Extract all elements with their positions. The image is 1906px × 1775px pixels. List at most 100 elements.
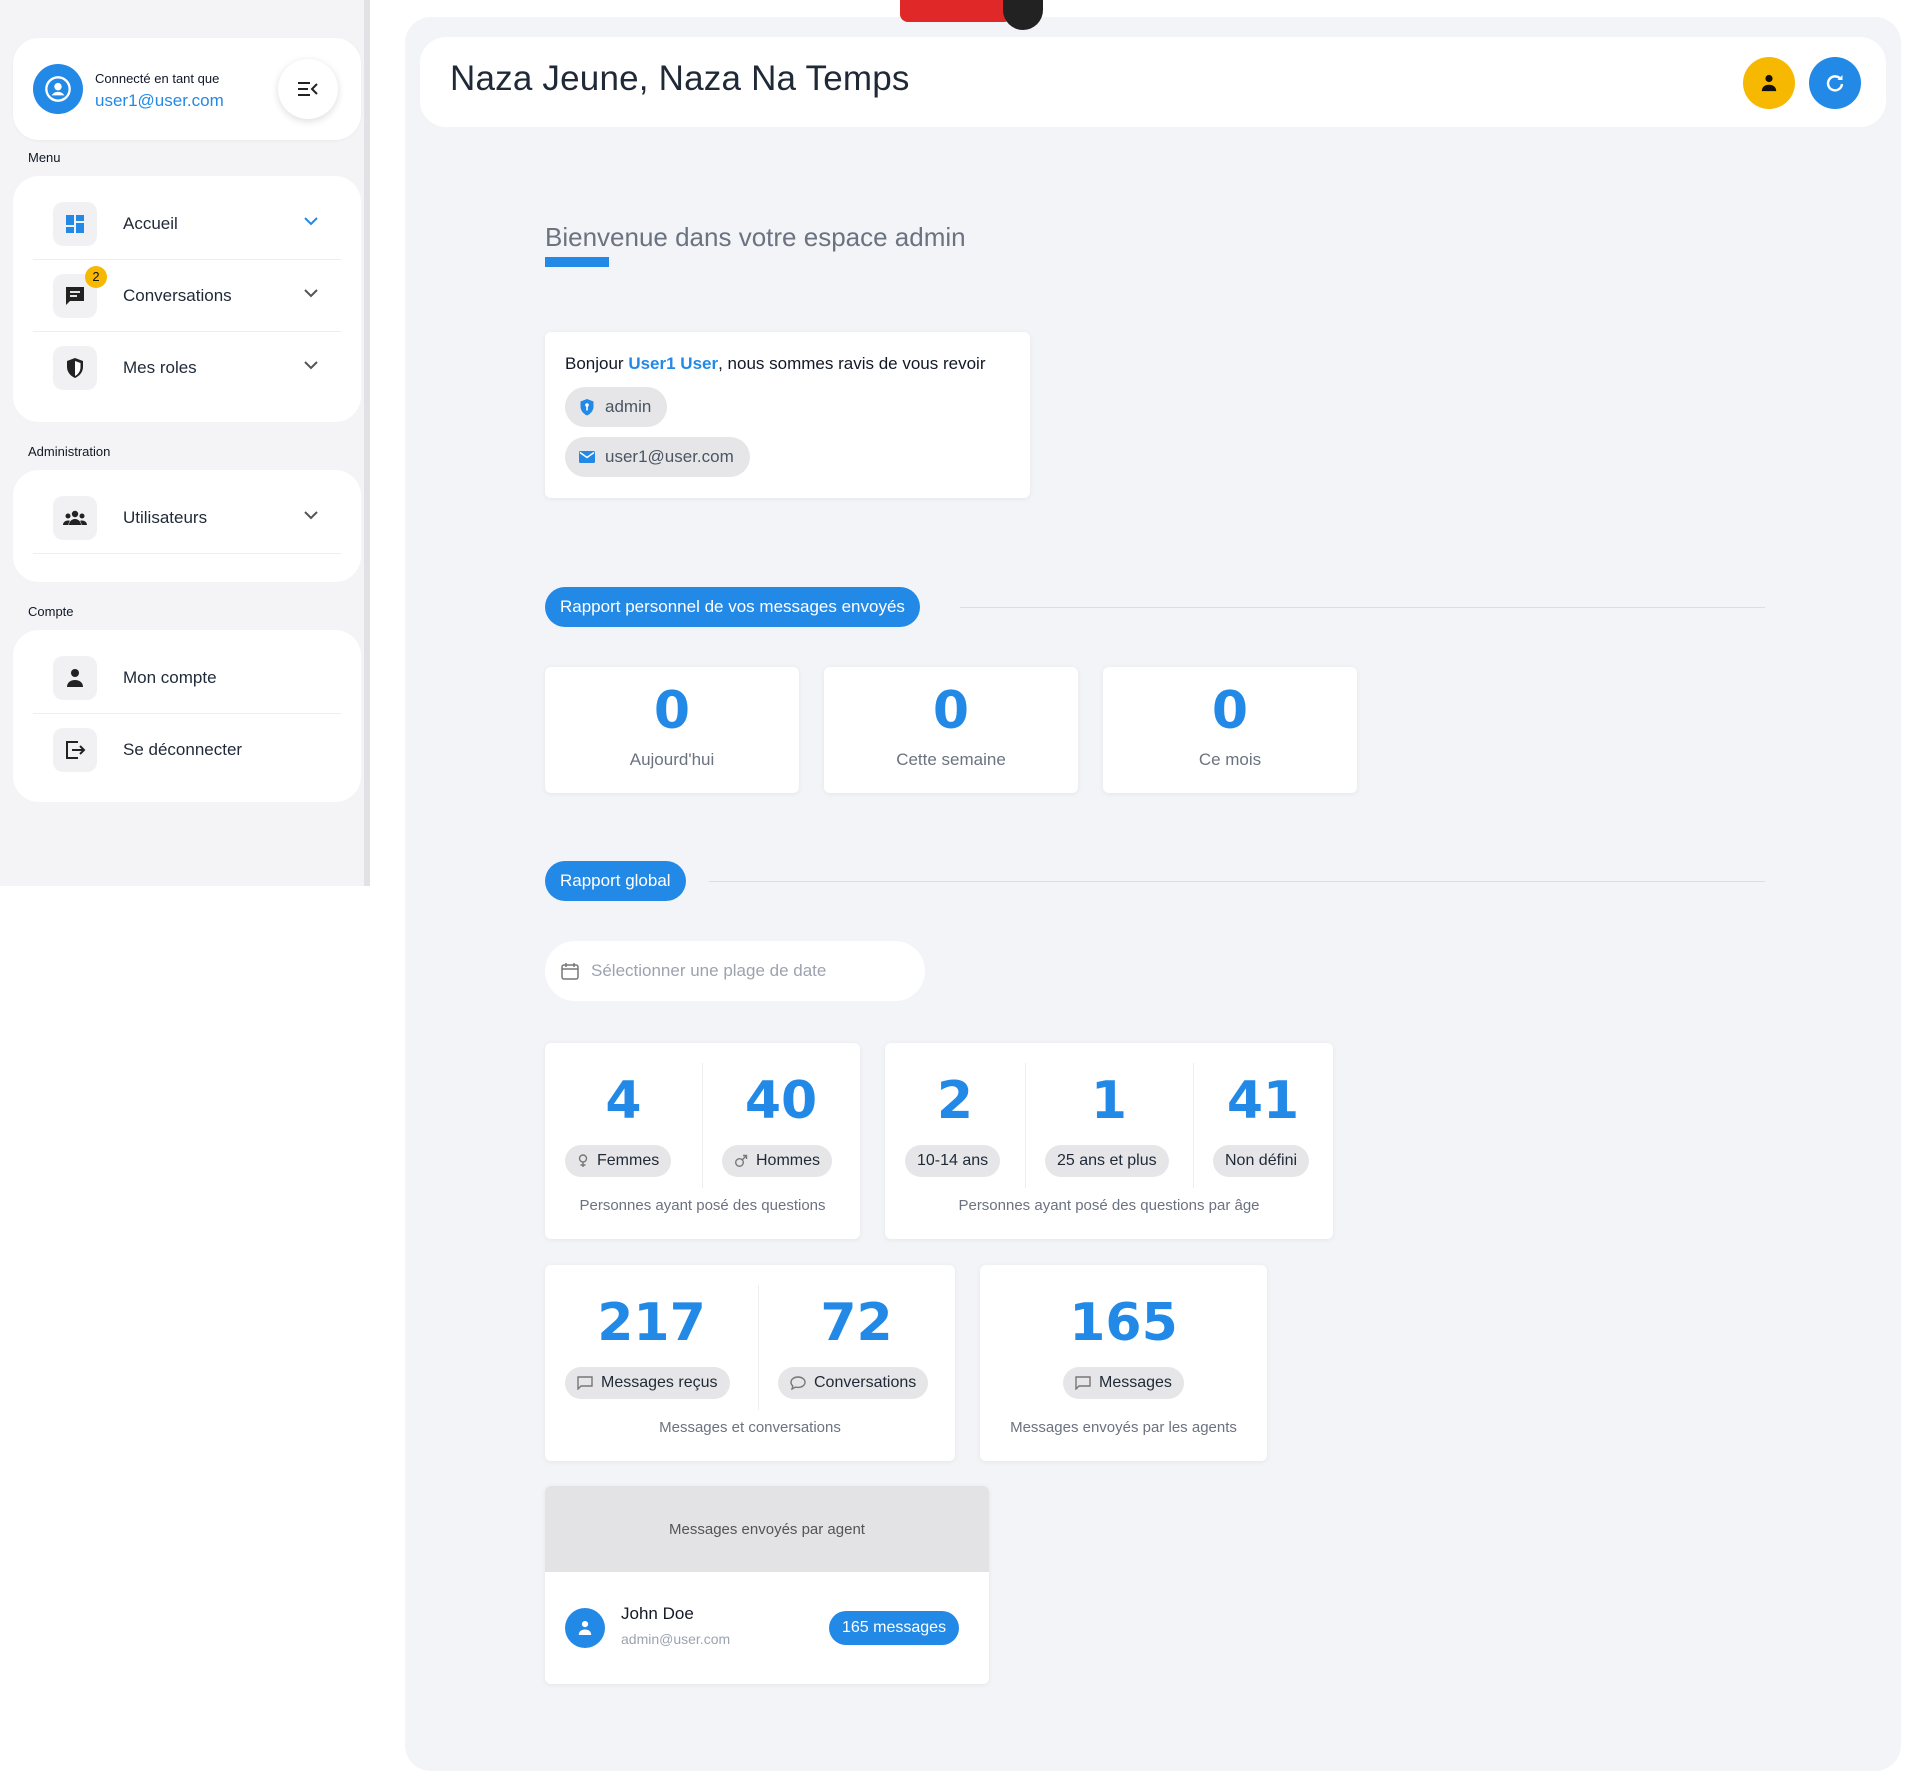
users-icon — [53, 495, 97, 540]
sidebar-item-label: Conversations — [123, 285, 232, 305]
women-count: 4 — [605, 1071, 642, 1131]
chevron-down-icon — [304, 289, 318, 298]
greeting-card: Bonjour User1 User, nous sommes ravis de… — [545, 332, 1030, 498]
stat-value: 0 — [932, 681, 970, 741]
divider — [709, 881, 1765, 882]
menu-card: Accueil 2 Conversations Mes roles — [13, 176, 361, 422]
menu-collapse-icon — [298, 82, 318, 96]
shield-icon — [579, 398, 595, 416]
greeting-prefix: Bonjour — [565, 354, 629, 373]
admin-card: Utilisateurs — [13, 470, 361, 582]
page-title: Naza Jeune, Naza Na Temps — [450, 59, 910, 98]
message-icon — [1075, 1376, 1091, 1390]
sidebar-item-label: Utilisateurs — [123, 507, 208, 527]
sidebar-item-mon-compte[interactable]: Mon compte — [33, 642, 341, 714]
age-count: 41 — [1226, 1071, 1300, 1131]
message-icon — [577, 1376, 593, 1390]
greeting-suffix: , nous sommes ravis de vous revoir — [718, 354, 986, 373]
received-count: 217 — [597, 1293, 706, 1353]
person-icon — [578, 1621, 592, 1635]
profile-button[interactable] — [1743, 57, 1795, 109]
gender-caption: Personnes ayant posé des questions — [579, 1197, 826, 1214]
men-label: Hommes — [756, 1152, 821, 1169]
stat-label: Cette semaine — [896, 750, 1006, 769]
dashboard-icon — [53, 201, 97, 246]
stat-value: 0 — [653, 681, 691, 741]
messages-caption: Messages et conversations — [659, 1419, 841, 1436]
age-chip: 25 ans et plus — [1045, 1145, 1169, 1177]
women-label: Femmes — [597, 1152, 660, 1169]
logout-icon — [53, 728, 97, 772]
collapse-sidebar-button[interactable] — [278, 59, 338, 119]
account-card: Mon compte Se déconnecter — [13, 630, 361, 802]
agents-messages-chip: Messages — [1063, 1367, 1184, 1399]
person-icon — [53, 655, 97, 700]
conversations-label: Conversations — [814, 1374, 917, 1391]
section-label-administration: Administration — [28, 444, 111, 459]
user-card: Connecté en tant que user1@user.com — [13, 38, 361, 140]
sidebar-item-label: Mes roles — [123, 358, 197, 377]
sidebar-item-mes-roles[interactable]: Mes roles — [33, 332, 341, 404]
age-chip: Non défini — [1213, 1145, 1310, 1177]
role-chip: admin — [565, 387, 668, 427]
sidebar: Connecté en tant que user1@user.com Menu… — [0, 0, 370, 886]
date-range-placeholder: Sélectionner une plage de date — [591, 961, 827, 980]
greeting-text: Bonjour User1 User, nous sommes ravis de… — [565, 354, 986, 374]
stat-value: 0 — [1211, 681, 1249, 741]
sidebar-item-conversations[interactable]: 2 Conversations — [33, 260, 341, 332]
sidebar-item-label: Se déconnecter — [123, 740, 243, 759]
age-chip: 10-14 ans — [905, 1145, 1001, 1177]
role-label: admin — [605, 397, 652, 416]
chat-bubble-icon — [790, 1376, 806, 1390]
shield-icon — [53, 346, 97, 390]
divider — [960, 607, 1765, 608]
stat-week: 0 Cette semaine — [824, 667, 1078, 793]
title-underline — [545, 257, 609, 267]
email-label: user1@user.com — [605, 447, 734, 466]
per-agent-card: Messages envoyés par agent John Doe admi… — [545, 1486, 989, 1684]
personal-report-pill: Rapport personnel de vos messages envoyé… — [545, 587, 920, 627]
app-header: Naza Jeune, Naza Na Temps — [420, 37, 1886, 127]
email-chip: user1@user.com — [565, 437, 750, 477]
chat-icon: 2 — [53, 265, 107, 318]
person-icon — [1761, 74, 1777, 92]
refresh-button[interactable] — [1809, 57, 1861, 109]
male-icon — [734, 1154, 748, 1168]
stat-month: 0 Ce mois — [1103, 667, 1357, 793]
global-report-pill: Rapport global — [545, 861, 686, 901]
chevron-down-icon — [304, 361, 318, 370]
user-name: User1 User — [628, 354, 719, 373]
women-chip: Femmes — [565, 1145, 672, 1177]
age-count: 1 — [1090, 1071, 1128, 1131]
user-email: user1@user.com — [95, 91, 224, 110]
stat-label: Aujourd'hui — [629, 750, 715, 769]
men-chip: Hommes — [722, 1145, 833, 1177]
agents-messages-caption: Messages envoyés par les agents — [1010, 1419, 1237, 1436]
chevron-down-icon — [304, 217, 318, 226]
account-circle-icon — [33, 64, 83, 114]
agents-messages-count: 165 — [1069, 1293, 1178, 1353]
agents-messages-label: Messages — [1099, 1374, 1172, 1391]
agent-message-count: 165 messages — [829, 1611, 960, 1645]
stat-today: 0 Aujourd'hui — [545, 667, 799, 793]
received-label: Messages reçus — [601, 1374, 718, 1391]
mail-icon — [579, 451, 595, 463]
sidebar-item-label: Accueil — [123, 213, 178, 233]
conversations-count: 72 — [820, 1293, 893, 1353]
age-caption: Personnes ayant posé des questions par â… — [958, 1197, 1260, 1214]
messages-card: 217 Messages reçus 72 Conversations Mess… — [545, 1265, 955, 1461]
sidebar-item-se-deconnecter[interactable]: Se déconnecter — [33, 714, 341, 786]
agent-email: admin@user.com — [621, 1631, 731, 1647]
calendar-icon — [561, 962, 579, 980]
received-chip: Messages reçus — [565, 1367, 730, 1399]
agents-messages-card: 165 Messages Messages envoyés par les ag… — [980, 1265, 1267, 1461]
user-label: Connecté en tant que — [95, 71, 220, 86]
date-range-picker[interactable]: Sélectionner une plage de date — [545, 941, 925, 1001]
welcome-title: Bienvenue dans votre espace admin — [545, 222, 966, 252]
sidebar-item-accueil[interactable]: Accueil — [33, 188, 341, 260]
men-count: 40 — [744, 1071, 818, 1131]
section-label-compte: Compte — [28, 604, 74, 619]
sidebar-item-utilisateurs[interactable]: Utilisateurs — [33, 482, 341, 554]
gender-card: 4 Femmes 40 Hommes Personnes ayant posé … — [545, 1043, 860, 1239]
per-agent-title: Messages envoyés par agent — [545, 1486, 989, 1572]
